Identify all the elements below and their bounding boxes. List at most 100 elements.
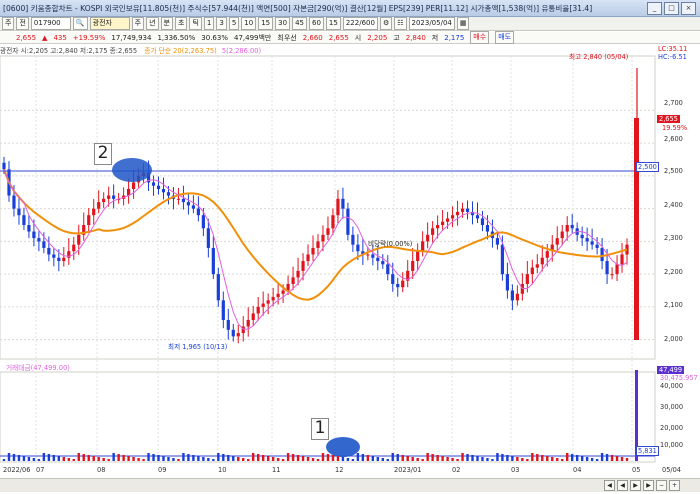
scroll-next-icon[interactable]: ▶ [630, 480, 641, 491]
volume-bar [167, 457, 170, 461]
candle-body [231, 329, 235, 337]
volume-bar [127, 456, 130, 461]
volume-bar [157, 455, 160, 461]
volume-bar [107, 459, 110, 461]
candle-body [256, 306, 260, 314]
volume-tick-30000: 30,000 [660, 403, 684, 411]
volume-bar [112, 453, 115, 461]
price-last-pct: 19.59% [662, 124, 688, 132]
volume-bar [52, 455, 56, 461]
candle-body [92, 208, 96, 216]
candle-body [261, 303, 265, 307]
volume-bar [391, 453, 394, 461]
candle-body [251, 313, 255, 320]
volume-bar [461, 453, 464, 461]
candle-body [206, 228, 210, 248]
volume-bar [42, 453, 46, 461]
volume-bar [72, 459, 75, 461]
candle-body [346, 208, 350, 235]
volume-bar [486, 458, 489, 461]
volume-bar [252, 453, 255, 461]
volume-bar [561, 459, 564, 461]
candle-body [555, 238, 559, 245]
candle-body [266, 300, 270, 304]
candle-body [445, 218, 450, 222]
volume-bar [256, 454, 260, 461]
scroll-prev-icon[interactable]: ◀ [617, 480, 628, 491]
volume-bar [331, 455, 335, 461]
volume-bar [406, 456, 409, 461]
candle-body [600, 247, 604, 262]
highlight-ellipse-2 [112, 158, 152, 182]
volume-bar [521, 458, 524, 461]
candle-body [495, 238, 500, 245]
candle-body [306, 254, 310, 262]
candle-body [87, 215, 91, 226]
x-tick-9: 03 [511, 466, 520, 474]
volume-bar [316, 459, 320, 461]
volume-bar [446, 457, 449, 461]
candle-body [595, 244, 599, 248]
chart-scrollbar[interactable]: ◀ ◀ ▶ ▶ − + [0, 478, 700, 492]
candle-body [331, 215, 335, 229]
candle-body [386, 264, 390, 275]
volume-bar [536, 454, 539, 461]
volume-bar [142, 459, 145, 461]
volume-bar [556, 458, 559, 461]
volume-bar [531, 453, 534, 461]
candle-body [376, 257, 380, 262]
candle-body [605, 261, 609, 275]
scroll-last-icon[interactable]: ▶ [643, 480, 654, 491]
volume-bar [580, 456, 584, 461]
volume-last2: 30,475.957 [660, 374, 698, 382]
volume-bar [625, 458, 629, 461]
volume-bar [82, 454, 85, 461]
x-tick-4: 10 [218, 466, 227, 474]
candle-body [436, 225, 440, 229]
volume-bar [232, 456, 235, 461]
volume-bar [202, 457, 205, 461]
volume-bar [7, 453, 11, 461]
candle-body [396, 283, 400, 288]
candle-body [401, 280, 405, 288]
volume-bar [47, 454, 51, 461]
price-last-label: 2,655 [657, 115, 680, 123]
volume-bar [276, 458, 280, 461]
volume-bar [595, 459, 599, 461]
volume-last-value: 47,499 [659, 366, 683, 374]
volume-bar [87, 455, 90, 461]
volume-bar [516, 457, 519, 461]
zoom-in-icon[interactable]: + [669, 480, 680, 491]
volume-tick-20000: 20,000 [660, 424, 684, 432]
volume-bar [197, 456, 200, 461]
candle-body [336, 198, 340, 216]
volume-bar [341, 457, 345, 461]
volume-bar [426, 453, 429, 461]
price-axis-lc: LC:35.11 [658, 45, 688, 53]
scroll-first-icon[interactable]: ◀ [604, 480, 615, 491]
candle-body [27, 225, 31, 232]
candle-body [525, 274, 529, 284]
candle-body [196, 208, 200, 216]
candle-body [131, 182, 136, 189]
zoom-out-icon[interactable]: − [656, 480, 667, 491]
volume-bar [77, 453, 80, 461]
low-annotation: 최저 1,965 (10/13) [168, 343, 228, 351]
candle-body [620, 254, 624, 265]
volume-bar [2, 459, 6, 461]
candle-body [510, 290, 514, 301]
volume-bar [187, 454, 190, 461]
price-chart[interactable] [0, 0, 700, 494]
candle-body [186, 202, 191, 206]
candle-body [371, 254, 375, 258]
volume-tick-40000: 40,000 [660, 382, 684, 390]
annotation-box-2: 2 [94, 143, 112, 165]
volume-bar [122, 455, 125, 461]
x-tick-6: 12 [335, 466, 344, 474]
candle-body [341, 198, 345, 209]
candle-body [107, 195, 111, 199]
volume-bar [32, 458, 36, 461]
candle-body [455, 211, 460, 216]
volume-bar [336, 456, 340, 461]
volume-bar [416, 458, 419, 461]
